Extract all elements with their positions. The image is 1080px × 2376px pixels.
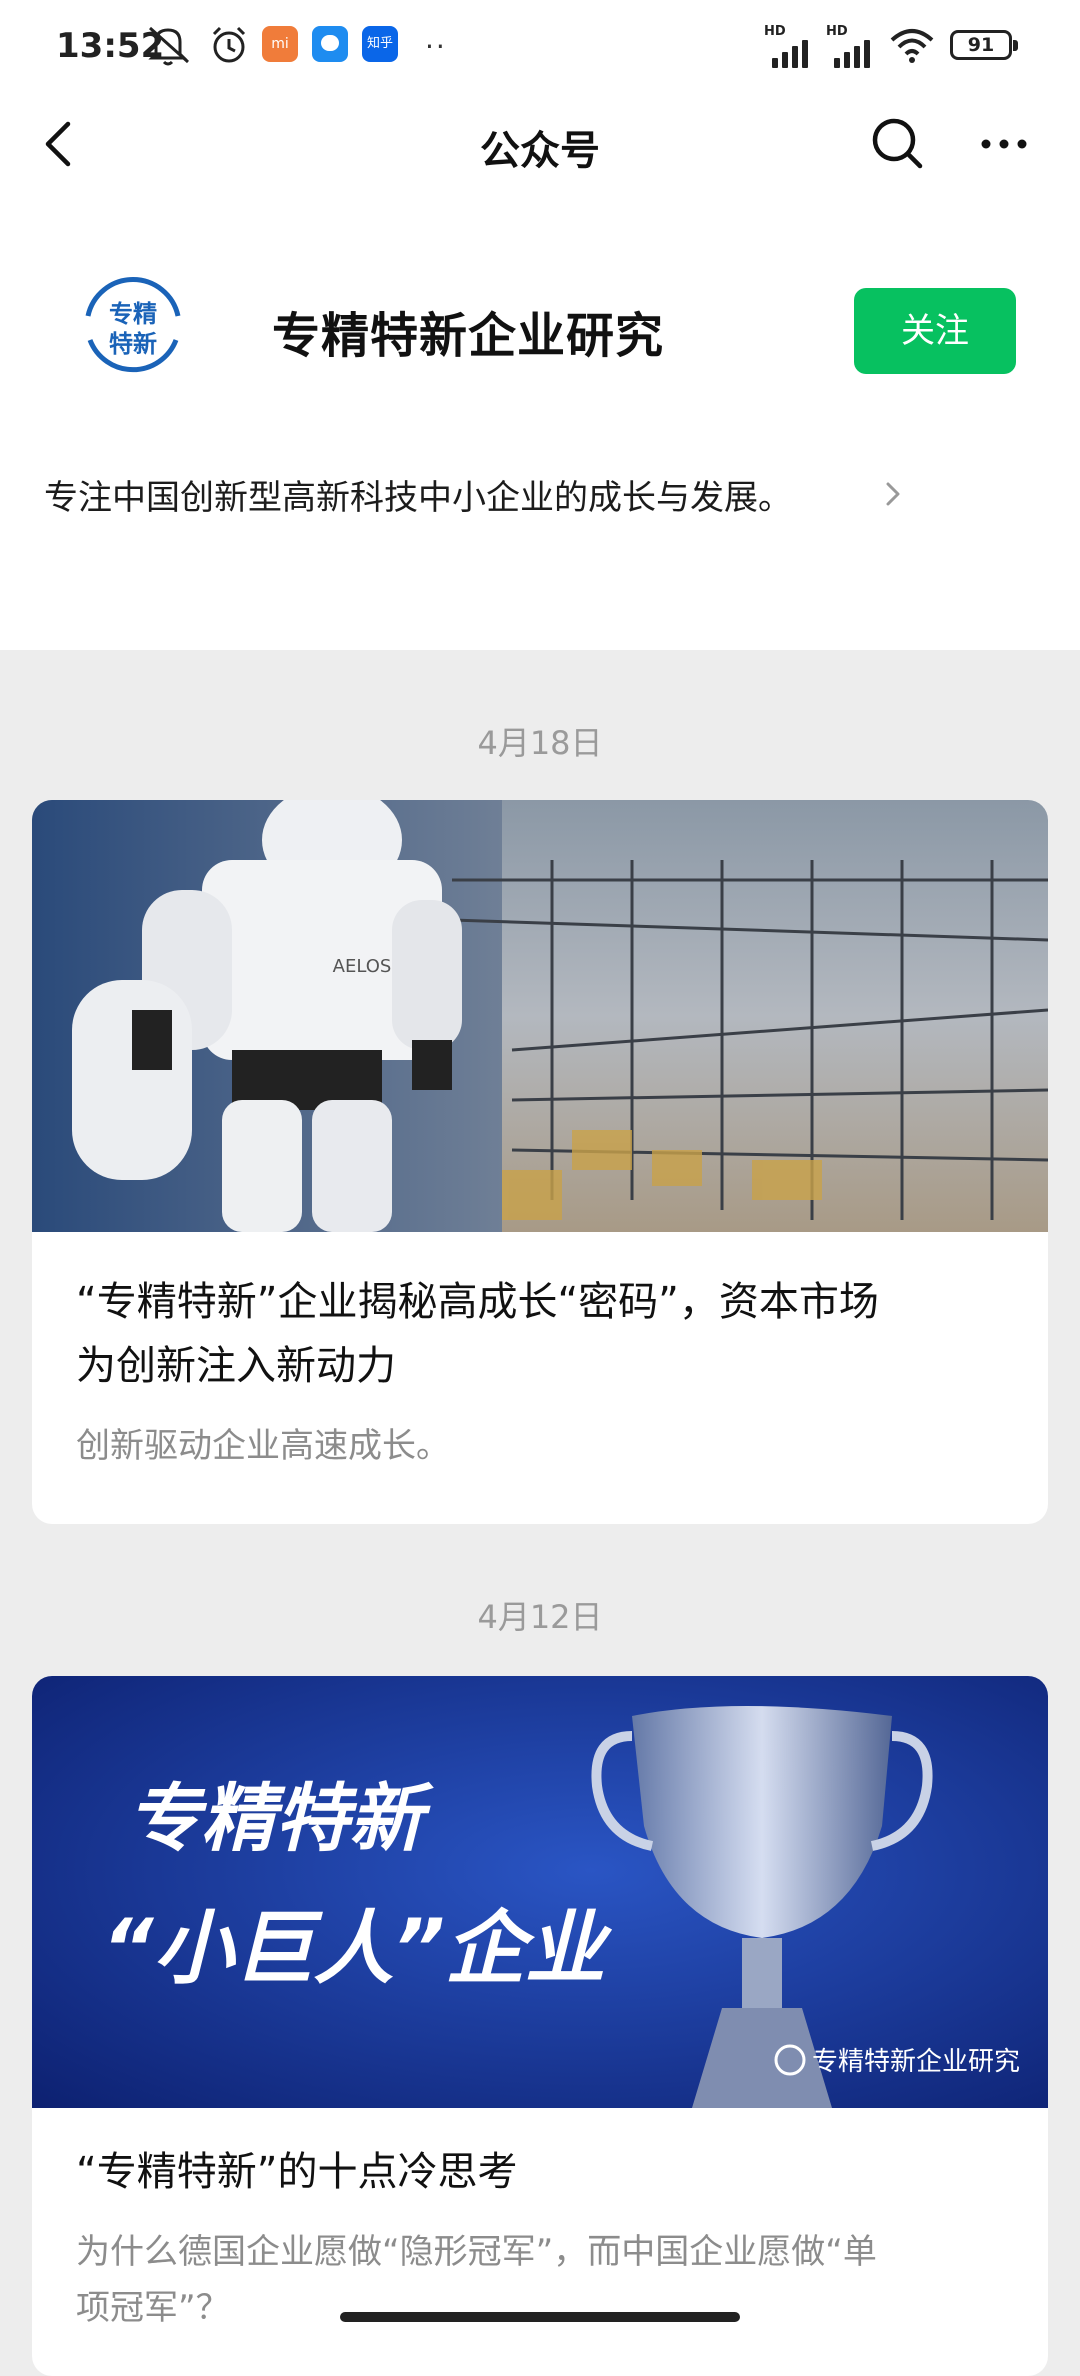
article-title-line-1: “专精特新”企业揭秘高成长“密码”，资本市场 (76, 1279, 879, 1325)
cover-headline-1: 专精特新 (127, 1776, 434, 1862)
article-date: 4月18日 (477, 724, 603, 762)
article-summary-line-1: 为什么德国企业愿做“隐形冠军”，而中国企业愿做“单 (76, 2232, 877, 2272)
follow-button[interactable]: 关注 (854, 288, 1016, 374)
status-bar: 13:52 mi 知乎 ·· HD HD 91 (0, 0, 1080, 90)
avatar-text-1: 专精 (109, 300, 157, 328)
article-date: 4月12日 (477, 1598, 603, 1636)
article-title-line-2: 为创新注入新动力 (76, 1343, 396, 1389)
cover-headline-2: “小巨人”企业 (102, 1902, 613, 1995)
app-notification-icon: mi (262, 26, 298, 62)
home-indicator[interactable] (340, 2312, 740, 2322)
account-name: 专精特新企业研究 (272, 308, 665, 364)
avatar-text-2: 特新 (109, 330, 157, 358)
alarm-icon (212, 26, 246, 63)
battery-icon: 91 (950, 30, 1018, 60)
more-icon[interactable] (972, 112, 1036, 176)
article-title[interactable]: “专精特新”企业揭秘高成长“密码”，资本市场 为创新注入新动力 (76, 1270, 1016, 1398)
article-cover-image[interactable]: AELOS (32, 800, 1048, 1232)
wifi-icon (890, 29, 934, 63)
robot-logo-text: AELOS (333, 956, 392, 977)
account-description[interactable]: 专注中国创新型高新科技中小企业的成长与发展。 (44, 470, 792, 519)
mute-icon (148, 26, 190, 66)
search-icon[interactable] (866, 112, 930, 176)
more-notifications-icon: ·· (425, 30, 447, 63)
article-summary-line-2: 项冠军”？ (76, 2288, 230, 2328)
account-avatar[interactable]: 专精 特新 (74, 266, 192, 384)
account-profile: 专精 特新 专精特新企业研究 关注 专注中国创新型高新科技中小企业的成长与发展。 (0, 200, 1080, 650)
chat-app-notification-icon (312, 26, 348, 62)
zhihu-notification-icon: 知乎 (362, 26, 398, 62)
article-cover-image[interactable]: 专精特新 “小巨人”企业 专精特新企业研究 (32, 1676, 1048, 2108)
article-summary: 创新驱动企业高速成长。 (76, 1426, 450, 1466)
nav-bar: 公众号 (0, 90, 1080, 200)
article-title[interactable]: “专精特新”的十点冷思考 (76, 2140, 1016, 2204)
article-card[interactable]: 专精特新 “小巨人”企业 专精特新企业研究 “专精特新”的十点冷思考 为什么德国… (32, 1676, 1048, 2376)
article-card[interactable]: AELOS “专精特新”企业揭秘高成长“密码”，资本市场 为创新注入新动力 创新… (32, 800, 1048, 1524)
cover-watermark: 专精特新企业研究 (812, 2047, 1020, 2077)
chevron-right-icon[interactable] (880, 476, 906, 512)
